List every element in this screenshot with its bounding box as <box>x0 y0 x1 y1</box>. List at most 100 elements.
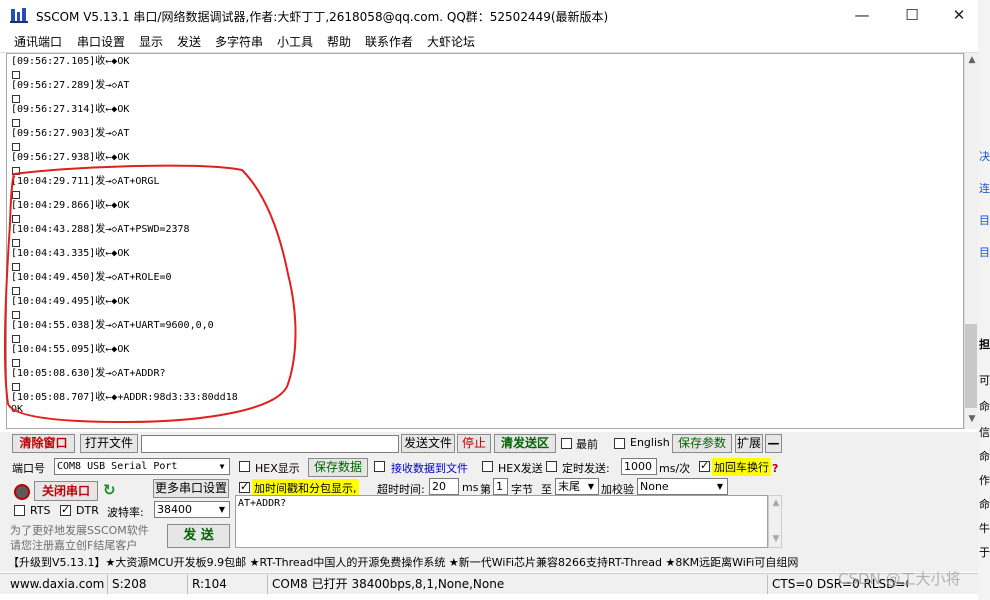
send-textarea[interactable]: AT+ADDR? <box>235 495 768 548</box>
close-button[interactable]: ✕ <box>936 0 982 31</box>
open-file-button[interactable]: 打开文件 <box>80 434 138 453</box>
bg-char: 于 <box>979 546 990 559</box>
chevron-down-icon: ▼ <box>716 482 724 491</box>
log-line: [10:04:43.335]收←◆OK <box>11 248 130 259</box>
byte-index-input[interactable]: 1 <box>493 478 508 495</box>
port-select[interactable]: COM8 USB Serial Port ▼ <box>54 458 230 475</box>
menu-send[interactable]: 发送 <box>177 33 201 50</box>
log-line: [10:04:49.450]发→◇AT+ROLE=0 <box>11 272 172 283</box>
timeout-input[interactable]: 20 <box>429 478 459 495</box>
bg-char: 连 <box>979 182 990 195</box>
append-crlf-label: 加回车换行 <box>712 458 771 476</box>
log-box-glyph <box>12 71 20 79</box>
log-box-glyph <box>12 191 20 199</box>
minimize-button[interactable]: — <box>839 0 885 31</box>
status-sent-count: S:208 <box>108 575 188 594</box>
rts-label: RTS <box>30 504 51 517</box>
dtr-checkbox[interactable] <box>60 503 71 516</box>
bg-char: 可 <box>979 374 990 387</box>
status-website[interactable]: www.daxia.com <box>6 575 108 594</box>
sscom-app-icon <box>10 8 28 23</box>
help-icon[interactable]: ? <box>772 462 778 475</box>
baud-label: 波特率: <box>107 506 144 519</box>
chevron-down-icon: ▼ <box>218 505 226 514</box>
bg-char: 决 <box>979 150 990 163</box>
end-select[interactable]: 末尾 ▼ <box>555 478 599 495</box>
interval-input[interactable]: 1000 <box>621 458 657 475</box>
log-line: [10:04:49.495]收←◆OK <box>11 296 130 307</box>
refresh-icon[interactable]: ↻ <box>103 481 116 499</box>
log-box-glyph <box>12 143 20 151</box>
scroll-up-icon[interactable]: ▲ <box>965 55 979 65</box>
promo-line-2[interactable]: 请您注册嘉立创F结尾客户 <box>10 537 137 553</box>
menu-help[interactable]: 帮助 <box>327 33 351 50</box>
baud-value: 38400 <box>157 503 192 516</box>
chevron-down-icon: ▼ <box>587 482 595 491</box>
log-box-glyph <box>12 215 20 223</box>
expand-button[interactable]: 扩展 <box>735 434 763 453</box>
english-checkbox[interactable] <box>614 438 625 449</box>
scroll-up-icon[interactable]: ▲ <box>769 498 783 508</box>
bg-char: 作 <box>979 474 990 487</box>
rts-checkbox[interactable] <box>14 505 25 516</box>
menu-comm-port[interactable]: 通讯端口 <box>14 33 62 50</box>
bg-char: 目 <box>979 246 990 259</box>
menu-tools[interactable]: 小工具 <box>277 33 313 50</box>
timestamp-checkbox[interactable] <box>239 480 250 493</box>
append-crlf-checkbox[interactable] <box>699 459 710 472</box>
log-line: [09:56:27.938]收←◆OK <box>11 152 130 163</box>
log-line: [10:04:29.711]发→◇AT+ORGL <box>11 176 160 187</box>
send-button[interactable]: 发 送 <box>167 524 230 548</box>
status-recv-count: R:104 <box>188 575 268 594</box>
bg-char: 担 <box>979 338 990 351</box>
bg-char: 命 <box>979 400 990 413</box>
menu-serial-settings[interactable]: 串口设置 <box>77 33 125 50</box>
save-data-button[interactable]: 保存数据 <box>308 458 368 477</box>
hex-display-checkbox[interactable] <box>239 461 250 472</box>
stop-button[interactable]: 停止 <box>457 434 491 453</box>
maximize-button[interactable]: ☐ <box>889 0 935 31</box>
file-path-input[interactable] <box>141 435 399 453</box>
scrollbar-thumb[interactable] <box>965 324 977 408</box>
english-label: English <box>630 436 670 449</box>
receive-log[interactable]: [09:56:27.105]收←◆OK [09:56:27.289]发→◇AT … <box>6 53 964 429</box>
save-params-button[interactable]: 保存参数 <box>672 434 732 453</box>
hex-send-label: HEX发送 <box>498 462 543 475</box>
log-line: [09:56:27.289]发→◇AT <box>11 80 130 91</box>
baud-select[interactable]: 38400 ▼ <box>154 501 230 518</box>
window-title: SSCOM V5.13.1 串口/网络数据调试器,作者:大虾丁丁,2618058… <box>36 10 609 24</box>
scroll-down-icon[interactable]: ▼ <box>965 414 979 424</box>
dtr-label: DTR <box>76 504 99 517</box>
menu-forum[interactable]: 大虾论坛 <box>427 33 475 50</box>
menu-display[interactable]: 显示 <box>139 33 163 50</box>
close-port-button[interactable]: 关闭串口 <box>34 481 98 501</box>
topmost-checkbox[interactable] <box>561 438 572 449</box>
scroll-down-icon[interactable]: ▼ <box>769 534 783 544</box>
checksum-select[interactable]: None ▼ <box>637 478 728 495</box>
clear-window-button[interactable]: 清除窗口 <box>12 434 75 453</box>
log-box-glyph <box>12 383 20 391</box>
collapse-button[interactable]: — <box>765 434 782 453</box>
log-line: [10:04:43.288]发→◇AT+PSWD=2378 <box>11 224 190 235</box>
menu-contact-author[interactable]: 联系作者 <box>365 33 413 50</box>
news-ticker[interactable]: 【升级到V5.13.1】★大资源MCU开发板9.9包邮 ★RT-Thread中国… <box>0 554 978 572</box>
log-box-glyph <box>12 287 20 295</box>
timed-send-checkbox[interactable] <box>546 461 557 472</box>
end-value: 末尾 <box>558 480 580 493</box>
hex-send-checkbox[interactable] <box>482 461 493 472</box>
send-scrollbar[interactable]: ▲ ▼ <box>768 495 782 548</box>
log-box-glyph <box>12 311 20 319</box>
more-port-settings-button[interactable]: 更多串口设置 <box>153 479 229 498</box>
menu-multistring[interactable]: 多字符串 <box>215 33 263 50</box>
send-file-button[interactable]: 发送文件 <box>401 434 455 453</box>
csdn-watermark: CSDN @工大小将 <box>838 570 961 588</box>
bg-char: 牛 <box>979 522 990 535</box>
background-window-strip: 决 连 目 目 担 可 命 信 命 作 命 牛 于 <box>978 0 990 600</box>
log-box-glyph <box>12 359 20 367</box>
log-line: [10:04:55.038]发→◇AT+UART=9600,0,0 <box>11 320 214 331</box>
promo-line-1[interactable]: 为了更好地发展SSCOM软件 <box>10 522 149 538</box>
recv-to-file-checkbox[interactable] <box>374 461 385 472</box>
recv-to-file-label[interactable]: 接收数据到文件 <box>391 460 468 476</box>
clear-send-button[interactable]: 清发送区 <box>494 434 556 453</box>
ticker-text[interactable]: 【升级到V5.13.1】★大资源MCU开发板9.9包邮 ★RT-Thread中国… <box>0 556 798 569</box>
